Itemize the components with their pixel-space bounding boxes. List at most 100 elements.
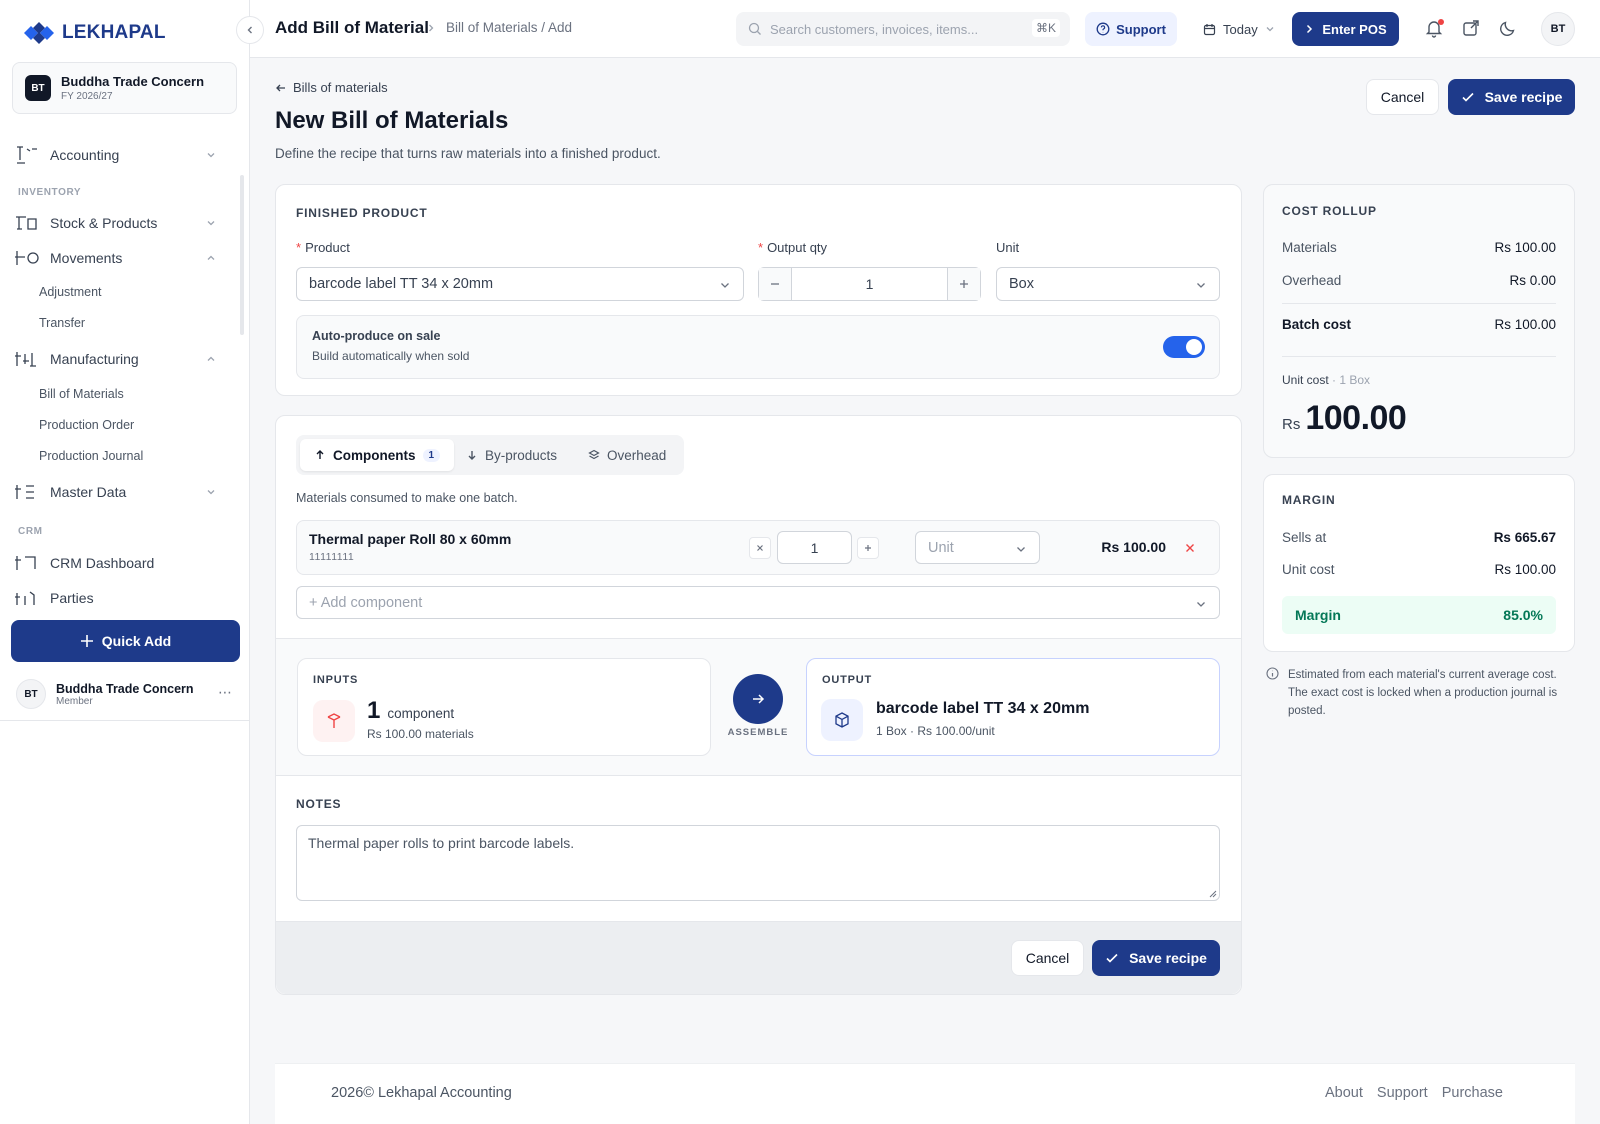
footer-save-recipe-button[interactable]: Save recipe xyxy=(1092,940,1220,976)
more-icon[interactable]: ⋯ xyxy=(218,684,232,701)
sidebar-divider xyxy=(0,720,250,721)
chevron-down-icon xyxy=(721,283,729,288)
stock-icon xyxy=(16,216,37,230)
app-logo[interactable]: LEKHAPAL xyxy=(22,20,166,46)
org-badge: BT xyxy=(25,75,51,101)
org-fiscal-year: FY 2026/27 xyxy=(61,91,113,102)
unit-value: Box xyxy=(1009,276,1034,292)
nav-movements[interactable]: Movements xyxy=(14,243,224,273)
minus-icon xyxy=(771,283,779,285)
notification-dot xyxy=(1438,19,1444,25)
unit-cost-value: 100.00 xyxy=(1305,399,1407,437)
output-qty-value[interactable]: 1 xyxy=(791,268,948,300)
assemble-label: ASSEMBLE xyxy=(727,727,789,738)
tab-by-products[interactable]: By-products xyxy=(452,439,571,471)
nav-stock-products[interactable]: Stock & Products xyxy=(14,208,224,238)
nav-master-data-label: Master Data xyxy=(50,484,127,500)
chevron-down-icon xyxy=(207,221,215,226)
component-qty-input[interactable]: 1 xyxy=(777,531,852,564)
breadcrumb: Bill of Materials / Add xyxy=(426,20,572,35)
sidebar-collapse-button[interactable] xyxy=(236,16,264,44)
app-name: LEKHAPAL xyxy=(62,22,166,43)
date-label: Today xyxy=(1223,21,1258,37)
search-placeholder: Search customers, invoices, items... xyxy=(770,21,979,37)
date-picker[interactable]: Today xyxy=(1203,12,1275,46)
sidebar-scrollbar[interactable] xyxy=(240,175,244,335)
unit-select[interactable]: Box xyxy=(996,267,1220,301)
resize-handle-icon[interactable] xyxy=(1209,890,1217,898)
arrow-up-icon xyxy=(316,450,324,459)
rollup-overhead-row: Overhead Rs 0.00 xyxy=(1282,273,1556,288)
breadcrumb-path[interactable]: Bill of Materials / Add xyxy=(446,20,572,35)
tab-components[interactable]: Components 1 xyxy=(300,439,455,471)
qty-decrement-button[interactable] xyxy=(759,268,791,300)
notes-value: Thermal paper rolls to print barcode lab… xyxy=(308,835,575,851)
footer-link-purchase[interactable]: Purchase xyxy=(1442,1085,1503,1101)
component-qty-increment-button[interactable] xyxy=(857,537,879,559)
product-label-text: Product xyxy=(305,240,350,255)
nav-parties[interactable]: Parties xyxy=(14,583,224,613)
notes-textarea[interactable]: Thermal paper rolls to print barcode lab… xyxy=(296,825,1220,901)
output-qty-stepper[interactable]: 1 xyxy=(758,267,981,301)
output-icon-wrap xyxy=(821,699,863,741)
unit-cost-caption: Unit cost · 1 Box xyxy=(1282,373,1370,387)
add-component-select[interactable]: + Add component xyxy=(296,586,1220,619)
inputs-count: 1 xyxy=(367,697,381,724)
output-subtext: 1 Box · Rs 100.00/unit xyxy=(876,724,995,738)
unit-label: Unit xyxy=(996,240,1020,255)
nav-section-crm: CRM xyxy=(18,526,43,537)
rollup-batch-label: Batch cost xyxy=(1282,317,1352,332)
nav-accounting[interactable]: Accounting xyxy=(14,140,224,170)
footer-link-support[interactable]: Support xyxy=(1377,1085,1428,1101)
auto-produce-toggle[interactable] xyxy=(1163,336,1205,358)
nav-section-inventory: INVENTORY xyxy=(18,187,82,198)
user-role: Member xyxy=(56,695,93,707)
components-count-badge: 1 xyxy=(422,448,441,462)
inputs-card xyxy=(297,658,711,756)
header-avatar[interactable]: BT xyxy=(1541,12,1575,46)
cost-rollup-title: COST ROLLUP xyxy=(1282,204,1377,218)
assemble-button[interactable] xyxy=(733,674,783,724)
arrow-left-icon xyxy=(276,84,285,91)
chevron-down-icon xyxy=(1197,283,1205,288)
component-unit-select[interactable]: Unit xyxy=(915,531,1040,564)
component-code: 11111111 xyxy=(309,551,355,563)
tab-overhead[interactable]: Overhead xyxy=(574,439,680,471)
nav-master-data[interactable]: Master Data xyxy=(14,477,224,507)
nav-bill-of-materials[interactable]: Bill of Materials xyxy=(39,387,124,401)
moon-icon[interactable] xyxy=(1498,18,1518,38)
chevron-down-icon xyxy=(1017,547,1025,552)
user-menu[interactable]: BT Buddha Trade Concern Member ⋯ xyxy=(16,678,240,710)
save-recipe-button[interactable]: Save recipe xyxy=(1448,79,1575,115)
cancel-button[interactable]: Cancel xyxy=(1366,79,1439,115)
footer-link-about[interactable]: About xyxy=(1325,1085,1363,1101)
footer-cancel-button[interactable]: Cancel xyxy=(1011,940,1084,976)
nav-adjustment[interactable]: Adjustment xyxy=(39,285,102,299)
nav-manufacturing[interactable]: Manufacturing xyxy=(14,344,224,374)
footer-links: About Support Purchase xyxy=(1325,1085,1503,1101)
nav-production-journal[interactable]: Production Journal xyxy=(39,449,143,463)
global-search[interactable]: Search customers, invoices, items... ⌘K xyxy=(736,12,1070,46)
help-circle-icon xyxy=(1096,22,1110,36)
product-select[interactable]: barcode label TT 34 x 20mm xyxy=(296,267,744,301)
quick-add-button[interactable]: Quick Add xyxy=(11,620,240,662)
margin-unit-value: Rs 100.00 xyxy=(1494,562,1556,577)
tab-by-products-label: By-products xyxy=(485,447,558,463)
nav-transfer[interactable]: Transfer xyxy=(39,316,85,330)
enter-pos-button[interactable]: Enter POS xyxy=(1292,12,1399,46)
support-label: Support xyxy=(1116,21,1166,37)
external-link-icon[interactable] xyxy=(1461,18,1481,38)
back-link[interactable]: Bills of materials xyxy=(275,80,388,95)
finished-product-title: FINISHED PRODUCT xyxy=(296,206,428,220)
components-hint: Materials consumed to make one batch. xyxy=(296,491,518,505)
org-switcher[interactable]: BT Buddha Trade Concern FY 2026/27 xyxy=(12,62,237,114)
nav-crm-dashboard[interactable]: CRM Dashboard xyxy=(14,548,224,578)
qty-increment-button[interactable] xyxy=(948,268,980,300)
auto-produce-panel xyxy=(296,315,1220,379)
user-avatar: BT xyxy=(16,679,46,709)
support-button[interactable]: Support xyxy=(1085,12,1177,46)
nav-production-order[interactable]: Production Order xyxy=(39,418,134,432)
rollup-materials-row: Materials Rs 100.00 xyxy=(1282,240,1556,255)
remove-component-icon[interactable] xyxy=(1185,543,1195,553)
component-qty-decrement-button[interactable] xyxy=(749,537,771,559)
